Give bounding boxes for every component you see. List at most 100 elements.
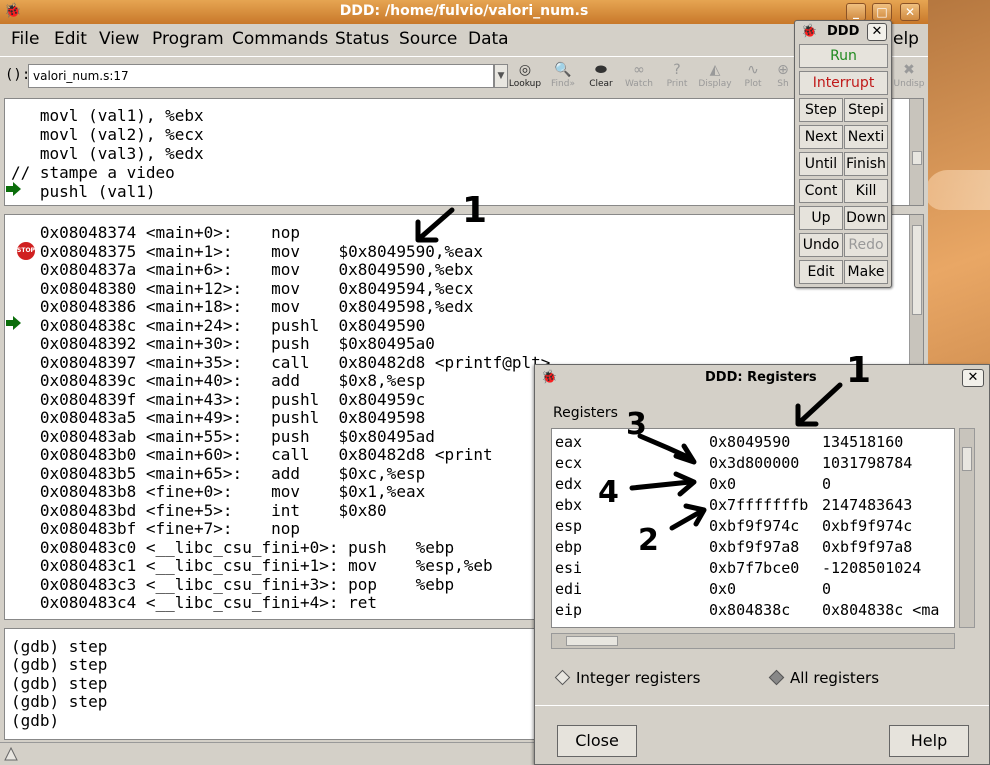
register-name: esi [555, 559, 583, 577]
close-window-button[interactable]: ✕ [900, 3, 920, 21]
display-button[interactable]: ◭ Display [696, 61, 734, 95]
argument-label: (): [5, 67, 31, 83]
registers-close-button[interactable]: Close [557, 725, 637, 757]
lookup-button[interactable]: ◎ Lookup [506, 61, 544, 95]
argument-toolbar: (): valori_num.s:17 ▼ ◎ Lookup 🔍 Find» ⬬ Cl… [0, 56, 928, 96]
up-button[interactable]: Up [799, 206, 843, 230]
step-button[interactable]: Step [799, 98, 843, 122]
next-button[interactable]: Next [799, 125, 843, 149]
radio-diamond-icon [554, 669, 571, 686]
source-pane[interactable]: movl (val1), %ebx movl (val2), %ecx movl… [4, 98, 924, 206]
down-button[interactable]: Down [844, 206, 888, 230]
register-hex: 0xbf9f974c [709, 517, 800, 535]
minimize-button[interactable]: _ [846, 3, 866, 21]
maximize-button[interactable]: □ [872, 3, 892, 21]
register-dec: -1208501024 [822, 559, 922, 577]
register-dec: 134518160 [822, 433, 904, 451]
menu-help[interactable]: elp [893, 29, 919, 49]
status-triangle-icon[interactable] [4, 747, 18, 761]
print-icon: ? [673, 62, 681, 78]
menu-edit[interactable]: Edit [54, 29, 87, 49]
undisplay-label: Undisp [893, 79, 925, 89]
kill-button[interactable]: Kill [844, 179, 888, 203]
print-button[interactable]: ? Print [658, 61, 696, 95]
menu-source[interactable]: Source [399, 29, 457, 49]
registers-hscroll-thumb[interactable] [566, 636, 618, 646]
registers-title: DDD: Registers [705, 370, 817, 385]
interrupt-button[interactable]: Interrupt [799, 71, 888, 95]
asm-line: 0x080483c0 <__libc_csu_fini+0>: push %eb… [11, 538, 455, 557]
console-line: (gdb) step [11, 692, 108, 711]
menubar: File Edit View Program Commands Status S… [0, 24, 928, 54]
source-scrollbar[interactable] [909, 99, 923, 205]
console-line: (gdb) step [11, 637, 108, 656]
watch-button[interactable]: ∞ Watch [620, 61, 658, 95]
asm-line: 0x080483bf <fine+7>: nop [11, 519, 300, 538]
registers-horizontal-scrollbar[interactable] [551, 633, 955, 649]
source-line: movl (val2), %ecx [11, 125, 204, 144]
ddd-app-icon: 🐞 [801, 24, 818, 39]
register-hex: 0x7fffffffb [709, 496, 809, 514]
asm-line: 0x080483c3 <__libc_csu_fini+3>: pop %ebp [11, 575, 455, 594]
register-hex: 0x804838c [709, 601, 791, 619]
machine-code-scrollbar-thumb[interactable] [912, 225, 922, 315]
show-button[interactable]: ⊕ Sh [770, 61, 796, 95]
clear-button[interactable]: ⬬ Clear [582, 61, 620, 95]
display-icon: ◭ [709, 62, 721, 78]
cont-button[interactable]: Cont [799, 179, 843, 203]
registers-titlebar[interactable]: 🐞 DDD: Registers ✕ [535, 365, 989, 391]
undisplay-button[interactable]: ✖ Undisp [890, 61, 928, 95]
execution-arrow-icon [6, 182, 21, 196]
plot-button[interactable]: ∿ Plot [734, 61, 772, 95]
window-title: DDD: /home/fulvio/valori_num.s [339, 3, 589, 19]
finish-button[interactable]: Finish [844, 152, 888, 176]
registers-list[interactable]: eax 0x8049590 134518160 ecx 0x3d800000 10317… [551, 428, 955, 628]
until-button[interactable]: Until [799, 152, 843, 176]
make-button[interactable]: Make [844, 260, 888, 284]
argument-input[interactable]: valori_num.s:17 [28, 64, 494, 88]
registers-help-button[interactable]: Help [889, 725, 969, 757]
command-tool: 🐞 DDD ✕ Run Interrupt Step Stepi Next Ne… [794, 20, 892, 288]
main-titlebar[interactable]: 🐞 DDD: /home/fulvio/valori_num.s _ □ ✕ [0, 0, 928, 24]
registers-vscroll-thumb[interactable] [962, 447, 972, 471]
register-hex: 0xb7f7bce0 [709, 559, 800, 577]
stepi-button[interactable]: Stepi [844, 98, 888, 122]
registers-close-icon[interactable]: ✕ [962, 369, 984, 387]
menu-view[interactable]: View [99, 29, 139, 49]
run-button[interactable]: Run [799, 44, 888, 68]
breakpoint-stop-icon[interactable]: STOP [17, 242, 35, 260]
asm-line: 0x08048374 <main+0>: nop [11, 223, 300, 242]
find-icon: 🔍 [554, 62, 572, 78]
register-name: esp [555, 517, 583, 535]
clear-label: Clear [589, 79, 613, 89]
registers-vertical-scrollbar[interactable] [959, 428, 975, 628]
nexti-button[interactable]: Nexti [844, 125, 888, 149]
edit-button[interactable]: Edit [799, 260, 843, 284]
menu-data[interactable]: Data [468, 29, 509, 49]
register-name: ebx [555, 496, 583, 514]
menu-file[interactable]: File [11, 29, 39, 49]
watch-label: Watch [624, 79, 654, 89]
register-hex: 0xbf9f97a8 [709, 538, 800, 556]
menu-status[interactable]: Status [335, 29, 389, 49]
register-name: edi [555, 580, 583, 598]
redo-button[interactable]: Redo [844, 233, 888, 257]
all-registers-radio[interactable]: All registers [768, 669, 879, 687]
undo-button[interactable]: Undo [799, 233, 843, 257]
register-dec: 0xbf9f97a8 [822, 538, 913, 556]
asm-line: 0x080483c4 <__libc_csu_fini+4>: ret [11, 593, 378, 612]
show-icon: ⊕ [777, 62, 789, 78]
ddd-app-icon: 🐞 [541, 370, 558, 385]
asm-line: 0x08048375 <main+1>: mov $0x8049590,%eax [11, 242, 484, 261]
find-button[interactable]: 🔍 Find» [544, 61, 582, 95]
register-dec: 0x804838c <ma [822, 601, 940, 619]
command-tool-close-button[interactable]: ✕ [867, 23, 887, 41]
source-scrollbar-thumb[interactable] [912, 151, 922, 165]
command-tool-titlebar[interactable]: 🐞 DDD ✕ [795, 21, 891, 43]
menu-commands[interactable]: Commands [232, 29, 328, 49]
menu-program[interactable]: Program [152, 29, 224, 49]
register-dec: 1031798784 [822, 454, 913, 472]
register-hex: 0x0 [709, 580, 737, 598]
register-name: ebp [555, 538, 583, 556]
integer-registers-radio[interactable]: Integer registers [554, 669, 700, 687]
